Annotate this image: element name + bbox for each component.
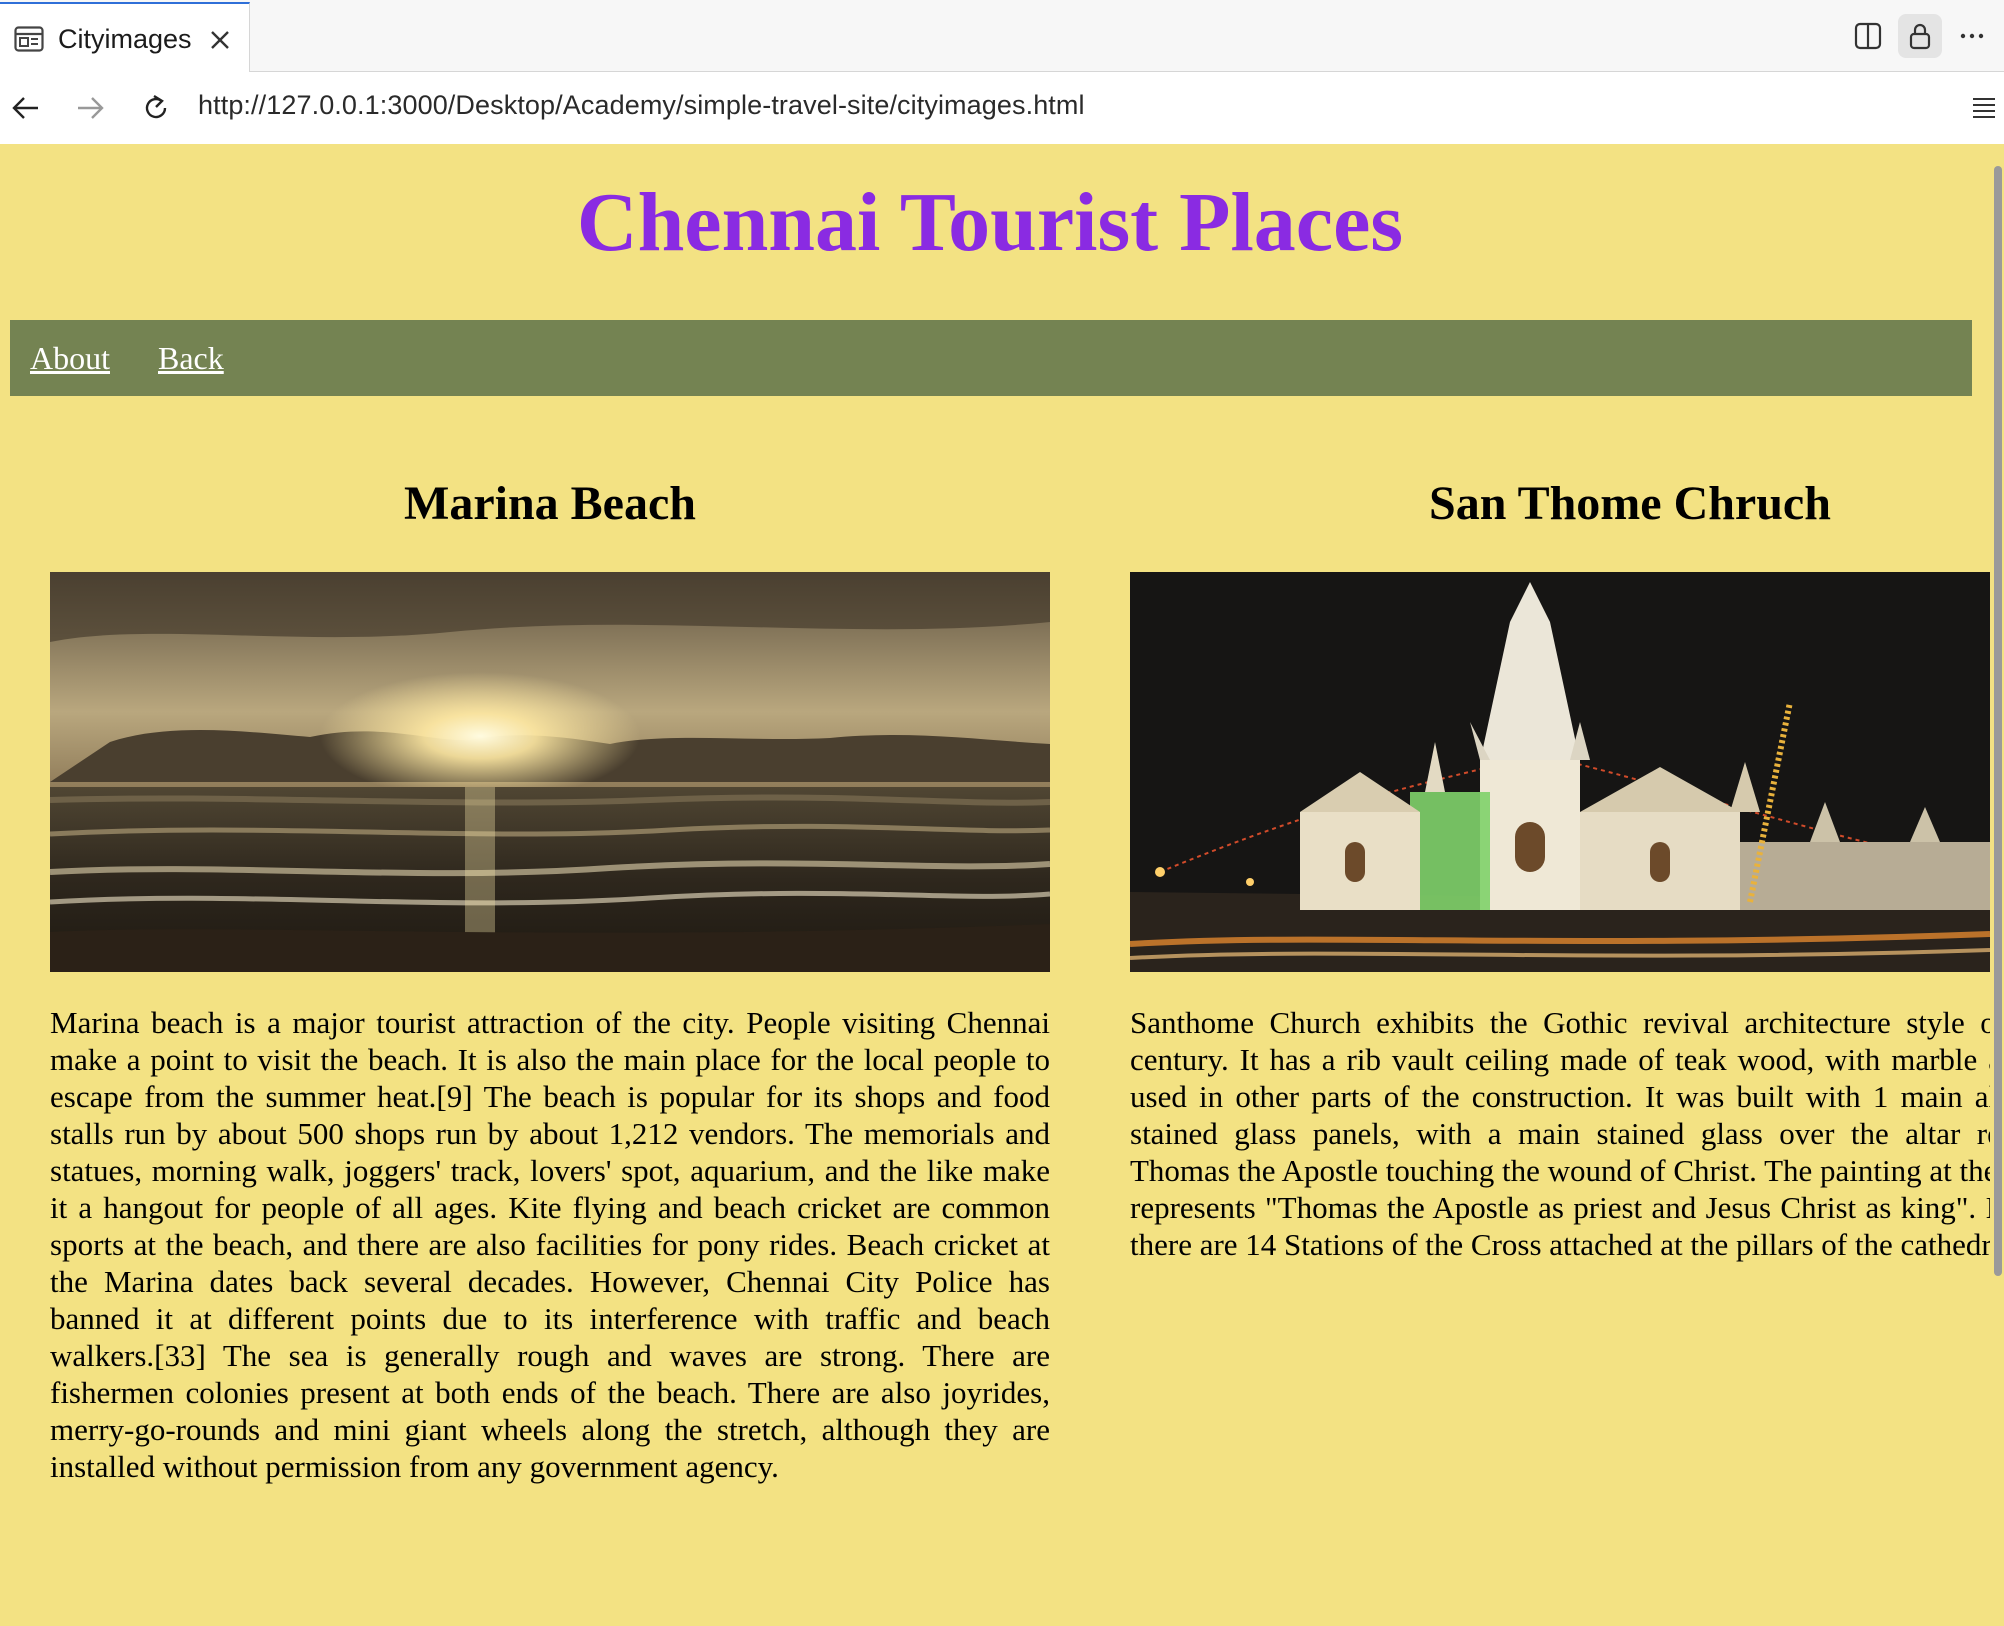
back-button[interactable] (4, 86, 48, 130)
card-title-marina-beach: Marina Beach (404, 477, 696, 530)
split-screen-button[interactable] (1846, 14, 1890, 58)
reload-icon (145, 94, 167, 119)
san-thome-church-photo (1130, 572, 1990, 972)
url-field[interactable]: http://127.0.0.1:3000/Desktop/Academy/si… (198, 90, 1085, 121)
page-viewport: Chennai Tourist Places About Back Marina… (0, 144, 1990, 1626)
arrow-right-icon (78, 97, 104, 119)
lock-button[interactable] (1898, 14, 1942, 58)
browser-tab-strip: Cityimages (0, 0, 2004, 72)
arrow-left-icon (12, 97, 38, 119)
page-icon (14, 26, 44, 52)
card-title-san-thome-church: San Thome Chruch (1429, 477, 1831, 530)
more-horizontal-icon (1960, 33, 1984, 39)
menu-lines-icon (1973, 98, 1995, 118)
reader-menu-button[interactable] (1962, 86, 2004, 130)
more-options-button[interactable] (1950, 14, 1994, 58)
split-screen-icon (1854, 22, 1882, 50)
page-title: Chennai Tourist Places (576, 176, 1404, 269)
nav-link-about[interactable]: About (30, 340, 110, 377)
forward-button[interactable] (68, 86, 112, 130)
card-text-marina-beach: Marina beach is a major tourist attracti… (50, 1005, 1050, 1484)
lock-icon (1909, 23, 1931, 50)
page-scrollbar[interactable] (1990, 144, 2004, 1626)
browser-tab[interactable]: Cityimages (0, 2, 250, 72)
tab-title: Cityimages (58, 24, 192, 54)
reload-button[interactable] (134, 86, 178, 130)
card-text-san-thome-church: Santhome Church exhibits the Gothic revi… (1130, 1005, 1990, 1262)
marina-beach-photo (50, 572, 1050, 972)
close-icon[interactable] (206, 26, 234, 54)
nav-link-back[interactable]: Back (158, 340, 224, 377)
site-navbar: About Back (10, 320, 1972, 396)
scrollbar-thumb[interactable] (1994, 166, 2002, 1276)
